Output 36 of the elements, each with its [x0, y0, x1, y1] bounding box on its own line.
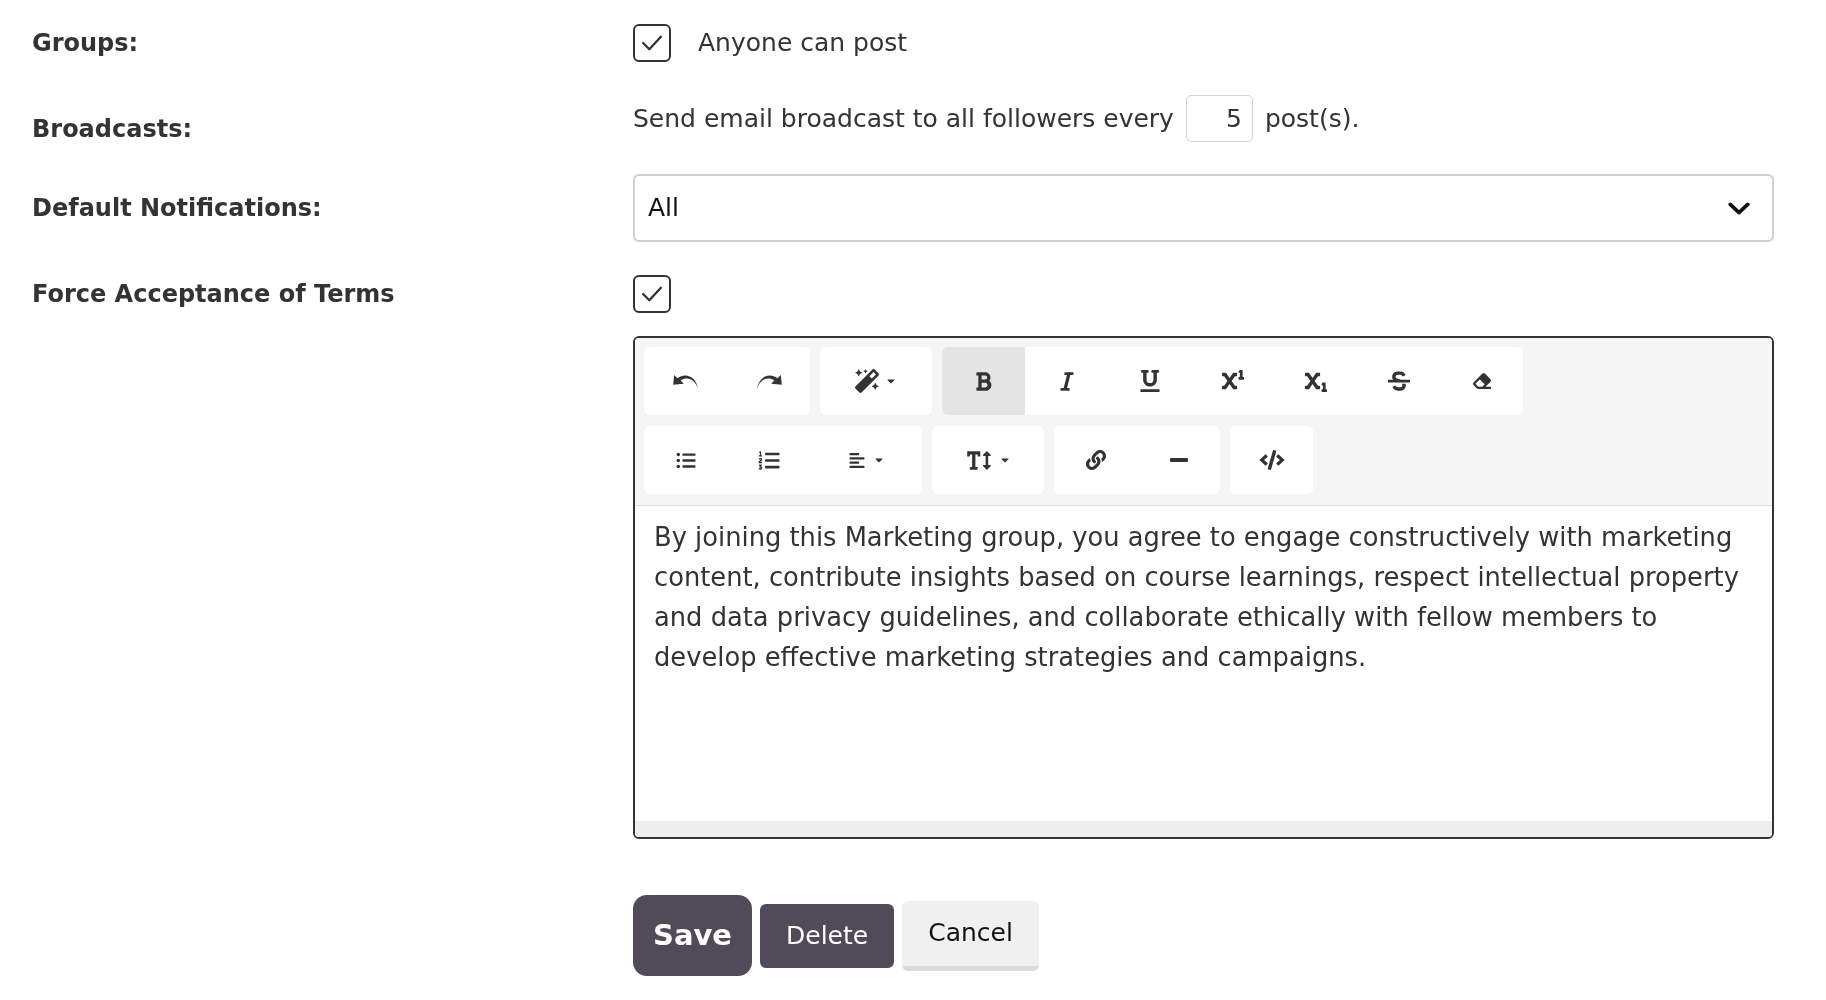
action-button[interactable]: Delete	[760, 903, 895, 968]
code-icon	[1257, 450, 1286, 470]
notifications-select[interactable]: All	[633, 174, 1774, 242]
minus-icon	[1169, 458, 1188, 462]
underline-icon	[1139, 370, 1160, 392]
superscript-icon	[1220, 370, 1245, 392]
align-left-icon	[847, 451, 867, 469]
checkbox-label: Anyone can post	[698, 27, 908, 60]
save-button[interactable]: Save	[633, 895, 753, 976]
text-height-icon	[965, 449, 993, 471]
cancel-button[interactable]: Cancel	[902, 900, 1039, 971]
post-count-input[interactable]: 5	[1185, 95, 1253, 142]
checkmark-icon	[641, 35, 663, 51]
redo-icon	[755, 373, 782, 389]
bold-icon	[974, 370, 993, 392]
editor-text: By joining this Marketing group, you agree to engage constructively with marketing content, contribute insights based on course learnings, respect intellectual property and data privacy guidelines, and collaborate ethically with fellow members to develop effective marketing strategies and campaigns.	[654, 521, 1740, 674]
eraser-icon	[1471, 372, 1492, 390]
magic-wand-icon	[855, 369, 879, 393]
field-label: Force Acceptance of Terms	[32, 279, 396, 310]
checkbox[interactable]	[633, 275, 671, 313]
undo-icon	[672, 373, 699, 389]
italic-icon	[1058, 370, 1075, 392]
field-label: Groups:	[32, 28, 140, 59]
numbered-list-icon	[757, 449, 780, 471]
bold-button[interactable]	[942, 347, 1025, 415]
field-label: Broadcasts:	[32, 114, 194, 145]
strikethrough-icon	[1387, 370, 1410, 392]
checkbox[interactable]	[633, 24, 671, 62]
broadcast-text: Send email broadcast to all followers every	[633, 102, 1174, 135]
checkmark-icon	[641, 286, 663, 302]
bullet-list-icon	[674, 450, 697, 470]
chevron-down-icon	[1728, 201, 1750, 215]
field-label: Default Notifications:	[32, 193, 323, 224]
broadcast-suffix-text: post(s).	[1264, 102, 1360, 135]
link-icon	[1084, 450, 1107, 470]
subscript-icon	[1303, 370, 1328, 392]
